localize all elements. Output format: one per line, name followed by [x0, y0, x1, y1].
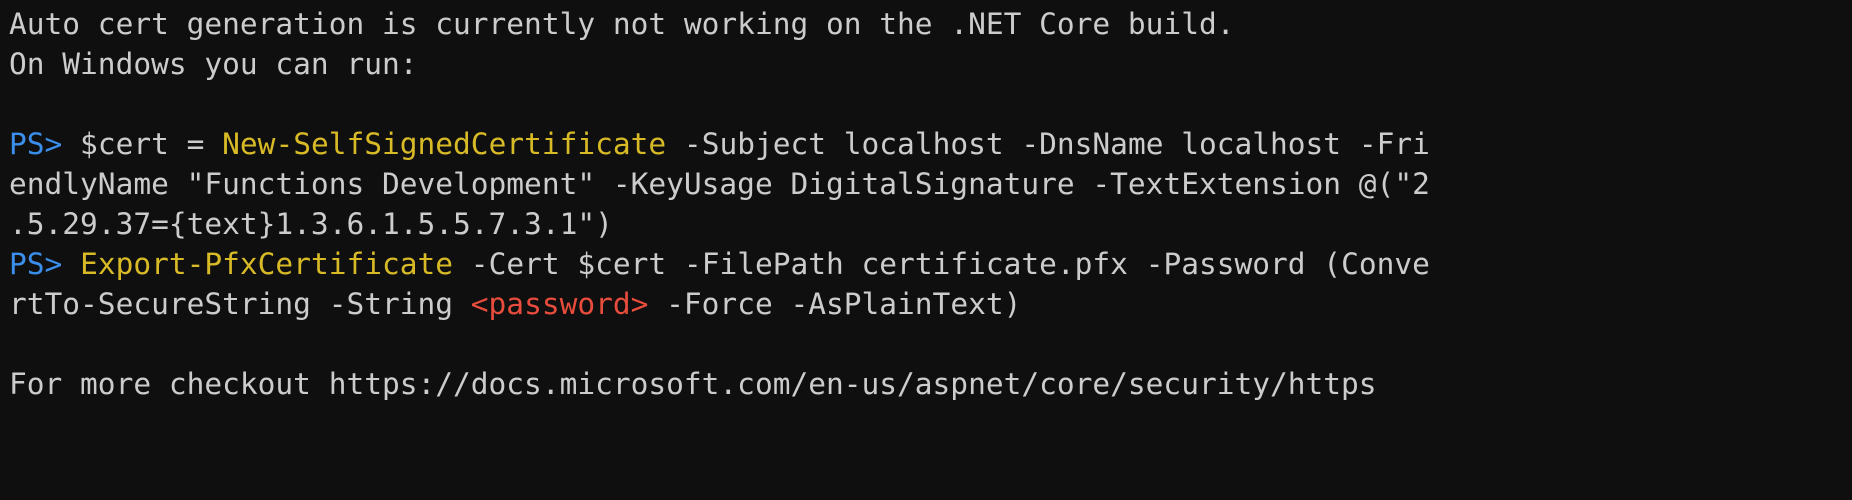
terminal-line: For more checkout https://docs.microsoft…: [9, 364, 1852, 404]
cmdlet-name: New-SelfSignedCertificate: [222, 127, 667, 161]
terminal-text: Auto cert generation is currently not wo…: [9, 7, 1235, 41]
terminal-line: Auto cert generation is currently not wo…: [9, 4, 1852, 44]
terminal-line: On Windows you can run:: [9, 44, 1852, 84]
terminal-line: endlyName "Functions Development" -KeyUs…: [9, 164, 1852, 204]
powershell-prompt: PS>: [9, 247, 63, 281]
terminal-line: PS> Export-PfxCertificate -Cert $cert -F…: [9, 244, 1852, 284]
terminal-line: rtTo-SecureString -String <password> -Fo…: [9, 284, 1852, 324]
password-placeholder: <password>: [470, 287, 649, 321]
terminal-text: -Subject localhost -DnsName localhost -F…: [666, 127, 1430, 161]
terminal-text: -Cert $cert -FilePath certificate.pfx -P…: [453, 247, 1430, 281]
terminal-line: PS> $cert = New-SelfSignedCertificate -S…: [9, 124, 1852, 164]
terminal-text: rtTo-SecureString -String: [9, 287, 471, 321]
terminal-text: On Windows you can run:: [9, 47, 418, 81]
terminal-text: -Force -AsPlainText): [648, 287, 1022, 321]
powershell-prompt: PS>: [9, 127, 63, 161]
cmdlet-name: Export-PfxCertificate: [80, 247, 454, 281]
terminal-output[interactable]: Auto cert generation is currently not wo…: [0, 0, 1852, 500]
terminal-text: .5.29.37={text}1.3.6.1.5.5.7.3.1"): [9, 207, 613, 241]
terminal-text: For more checkout https://docs.microsoft…: [9, 367, 1377, 401]
terminal-line: .5.29.37={text}1.3.6.1.5.5.7.3.1"): [9, 204, 1852, 244]
terminal-text: $cert =: [62, 127, 223, 161]
terminal-text: endlyName "Functions Development" -KeyUs…: [9, 167, 1430, 201]
